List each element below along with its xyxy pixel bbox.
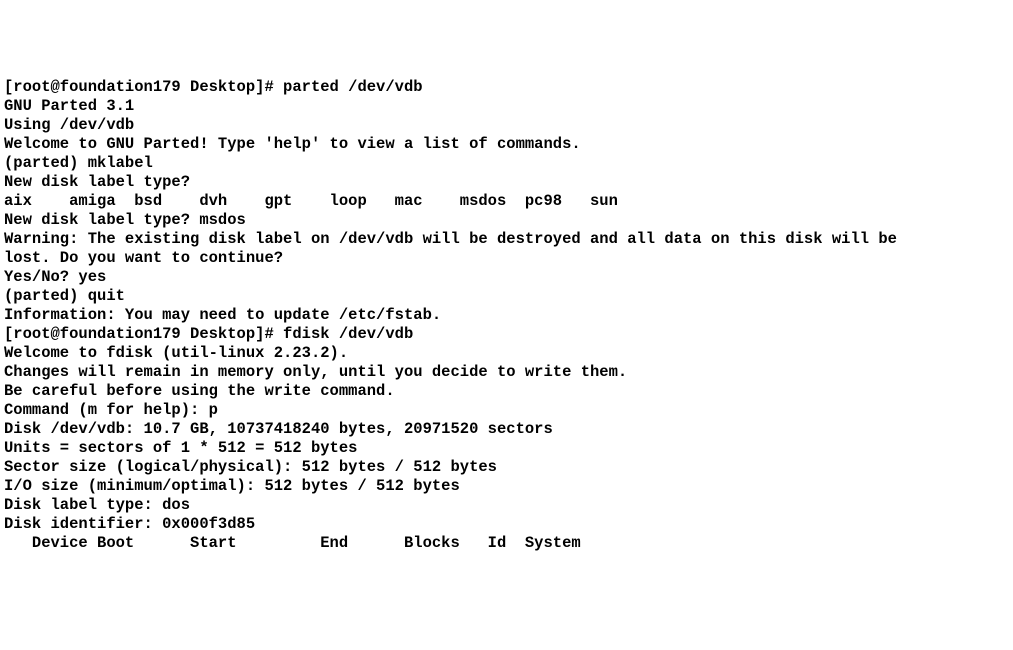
terminal-line: Welcome to fdisk (util-linux 2.23.2). — [4, 344, 1009, 363]
terminal-line: New disk label type? msdos — [4, 211, 1009, 230]
terminal-line: Disk /dev/vdb: 10.7 GB, 10737418240 byte… — [4, 420, 1009, 439]
terminal-line: Using /dev/vdb — [4, 116, 1009, 135]
terminal-line: aix amiga bsd dvh gpt loop mac msdos pc9… — [4, 192, 1009, 211]
terminal-line: lost. Do you want to continue? — [4, 249, 1009, 268]
terminal-line: Disk identifier: 0x000f3d85 — [4, 515, 1009, 534]
terminal-line: Sector size (logical/physical): 512 byte… — [4, 458, 1009, 477]
terminal-line: Warning: The existing disk label on /dev… — [4, 230, 1009, 249]
terminal-line: Device Boot Start End Blocks Id System — [4, 534, 1009, 553]
terminal-output[interactable]: [root@foundation179 Desktop]# parted /de… — [4, 78, 1009, 553]
terminal-line: New disk label type? — [4, 173, 1009, 192]
terminal-line: [root@foundation179 Desktop]# fdisk /dev… — [4, 325, 1009, 344]
terminal-line: Units = sectors of 1 * 512 = 512 bytes — [4, 439, 1009, 458]
terminal-line: Yes/No? yes — [4, 268, 1009, 287]
terminal-line: (parted) quit — [4, 287, 1009, 306]
terminal-line: [root@foundation179 Desktop]# parted /de… — [4, 78, 1009, 97]
terminal-line: GNU Parted 3.1 — [4, 97, 1009, 116]
terminal-line: Welcome to GNU Parted! Type 'help' to vi… — [4, 135, 1009, 154]
terminal-line: Command (m for help): p — [4, 401, 1009, 420]
terminal-line: Information: You may need to update /etc… — [4, 306, 1009, 325]
terminal-line: (parted) mklabel — [4, 154, 1009, 173]
terminal-line: Be careful before using the write comman… — [4, 382, 1009, 401]
terminal-line: I/O size (minimum/optimal): 512 bytes / … — [4, 477, 1009, 496]
terminal-line: Disk label type: dos — [4, 496, 1009, 515]
terminal-line: Changes will remain in memory only, unti… — [4, 363, 1009, 382]
